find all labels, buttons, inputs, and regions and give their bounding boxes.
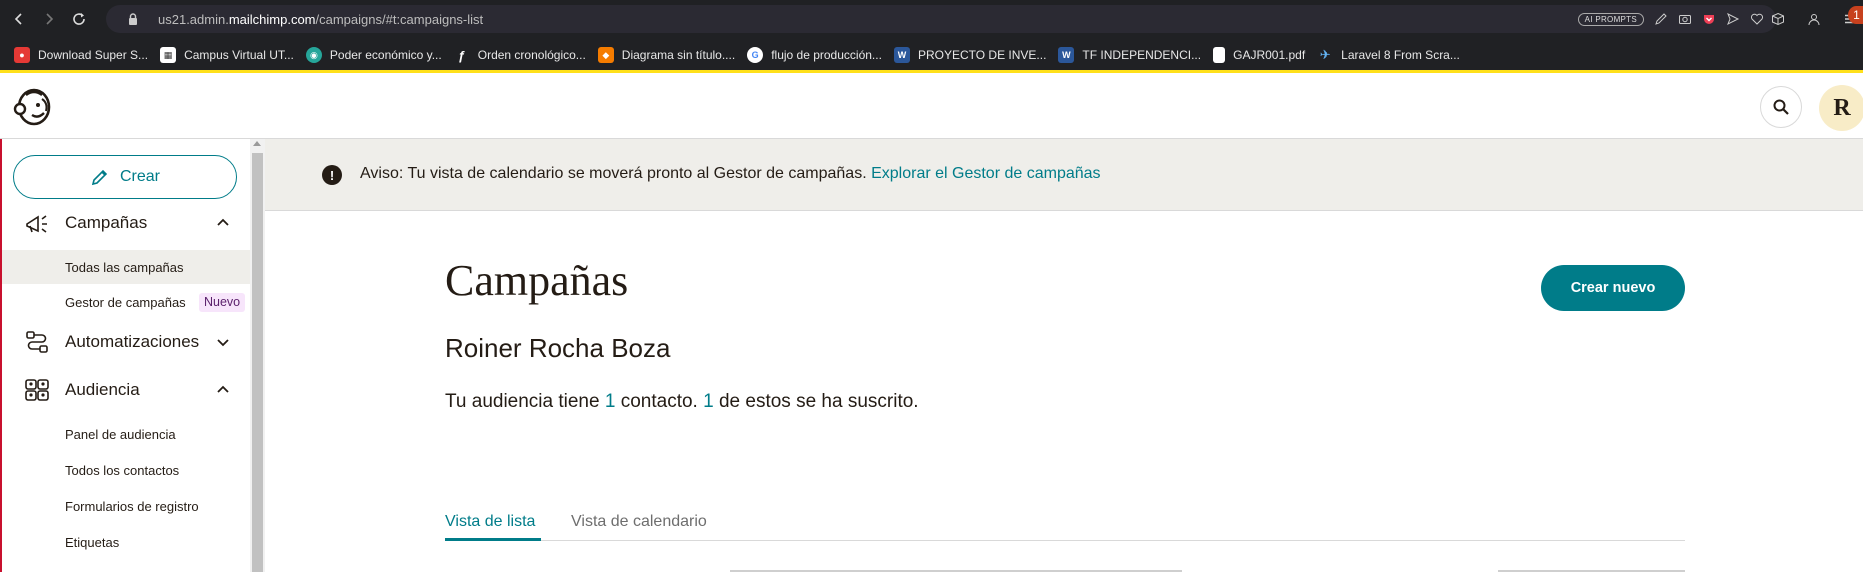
tab-calendar-view[interactable]: Vista de calendario	[571, 513, 707, 531]
bookmark-icon: ●	[14, 47, 30, 63]
mailchimp-logo-icon[interactable]	[12, 85, 54, 127]
calendar-notice-banner: ! Aviso: Tu vista de calendario se mover…	[265, 139, 1863, 211]
scrollbar-thumb[interactable]	[252, 153, 263, 572]
forward-button[interactable]	[36, 6, 62, 32]
sidebar-item-signup-forms[interactable]: Formularios de registro	[0, 489, 250, 523]
url-domain: mailchimp.com	[228, 11, 316, 27]
pocket-icon[interactable]	[1702, 12, 1716, 26]
bookmark-item[interactable]: ◆ Diagrama sin título....	[597, 38, 735, 72]
bookmark-item[interactable]: ✈ Laravel 8 From Scra...	[1317, 38, 1460, 72]
tab-list-view[interactable]: Vista de lista	[445, 513, 535, 531]
bookmark-item[interactable]: ƒ Orden cronológico...	[454, 38, 586, 72]
bookmark-item[interactable]: GAJR001.pdf	[1213, 38, 1305, 72]
sidebar-item-audience-dashboard[interactable]: Panel de audiencia	[0, 417, 250, 451]
search-icon	[1773, 99, 1789, 115]
sidebar-item-campaign-manager[interactable]: Gestor de campañas Nuevo	[0, 285, 250, 319]
browser-toolbar: us21.admin.mailchimp.com/campaigns/#t:ca…	[0, 0, 1863, 38]
audience-icon	[25, 379, 49, 401]
create-button-label: Crear	[119, 168, 160, 185]
search-button[interactable]	[1760, 86, 1802, 128]
megaphone-icon	[26, 215, 47, 233]
bookmark-item[interactable]: ◉ Poder económico y...	[305, 38, 442, 72]
active-tab-indicator	[445, 538, 541, 541]
new-badge: Nuevo	[199, 292, 246, 312]
back-button[interactable]	[6, 6, 32, 32]
lock-icon	[129, 13, 137, 25]
sidebar-item-tags[interactable]: Etiquetas	[0, 525, 250, 559]
sidebar-scrollbar[interactable]	[250, 139, 265, 572]
word-icon: W	[1058, 47, 1075, 63]
automation-flow-icon	[26, 331, 48, 353]
page-title: Campañas	[445, 256, 629, 305]
bookmark-icon: ◉	[305, 47, 322, 63]
url-prefix: us21.admin.	[158, 11, 229, 27]
sidebar-section-campaigns[interactable]: Campañas	[0, 203, 250, 243]
create-button[interactable]: Crear	[13, 155, 237, 199]
alert-message: Aviso: Tu vista de calendario se moverá …	[360, 165, 1101, 182]
audience-name: Roiner Rocha Boza	[445, 333, 671, 363]
bookmark-item[interactable]: ● Download Super S...	[14, 38, 148, 72]
send-icon[interactable]	[1726, 12, 1740, 26]
create-new-button[interactable]: Crear nuevo	[1541, 265, 1685, 311]
file-icon	[1213, 47, 1226, 63]
window-edge	[0, 139, 2, 572]
bookmark-icon: ▦	[160, 47, 177, 63]
chevron-up-icon	[217, 385, 229, 393]
plane-icon: ✈	[1319, 47, 1331, 62]
sidebar-section-label: Audiencia	[65, 380, 140, 399]
google-icon: G	[747, 47, 764, 63]
sidebar-item-all-campaigns[interactable]: Todas las campañas	[0, 250, 250, 284]
sidebar-section-label: Automatizaciones	[65, 332, 200, 351]
sidebar-section-audience[interactable]: Audiencia	[0, 370, 250, 410]
explore-campaign-manager-link[interactable]: Explorar el Gestor de campañas	[871, 165, 1100, 182]
avatar[interactable]: R	[1819, 85, 1863, 131]
sidebar-item-all-contacts[interactable]: Todos los contactos	[0, 453, 250, 487]
url-path: /campaigns/#t:campaigns-list	[315, 11, 484, 27]
url-text: us21.admin.mailchimp.com/campaigns/#t:ca…	[158, 12, 483, 27]
chevron-down-icon	[217, 339, 229, 347]
app-header: R	[0, 73, 1863, 139]
sidebar-section-label: Campañas	[65, 213, 148, 232]
bookmark-icon: ƒ	[458, 47, 466, 63]
forward-icon	[46, 13, 54, 25]
bookmark-icon: ◆	[597, 47, 614, 63]
bookmark-item[interactable]: W PROYECTO DE INVE...	[893, 38, 1046, 72]
bookmark-item[interactable]: Gflujo de producción...	[747, 38, 882, 72]
address-bar[interactable]: us21.admin.mailchimp.com/campaigns/#t:ca…	[106, 5, 1776, 33]
word-icon: W	[893, 47, 910, 63]
reload-icon	[73, 13, 85, 25]
bookmark-item[interactable]: ▦ Campus Virtual UT...	[160, 38, 294, 72]
scroll-up-icon[interactable]	[253, 141, 261, 146]
heart-icon[interactable]	[1750, 12, 1764, 26]
chevron-up-icon	[217, 218, 229, 226]
camera-icon[interactable]	[1678, 12, 1692, 26]
bookmark-item[interactable]: W TF INDEPENDENCI...	[1058, 38, 1201, 72]
notification-badge[interactable]: 1	[1848, 6, 1863, 24]
audience-summary: Tu audiencia tiene 1 contacto. 1 de esto…	[445, 391, 919, 412]
exclamation-icon: !	[322, 165, 342, 185]
pencil-icon	[91, 169, 108, 186]
profile-icon[interactable]	[1807, 12, 1821, 26]
contacts-count[interactable]: 1	[605, 391, 616, 412]
sidebar-section-automations[interactable]: Automatizaciones	[0, 322, 250, 362]
ai-prompts-button[interactable]: AI PROMPTS	[1577, 12, 1644, 26]
view-tabs: Vista de lista Vista de calendario	[445, 505, 1685, 541]
reload-button[interactable]	[66, 6, 92, 32]
back-icon	[14, 13, 22, 25]
bookmarks-bar: ● Download Super S... ▦ Campus Virtual UT.…	[0, 38, 1863, 72]
sidebar: Crear Campañas Todas las campañas Gestor…	[0, 139, 250, 572]
subscribed-count[interactable]: 1	[703, 391, 714, 412]
edit-icon[interactable]	[1654, 12, 1668, 26]
box-icon[interactable]	[1771, 12, 1785, 26]
